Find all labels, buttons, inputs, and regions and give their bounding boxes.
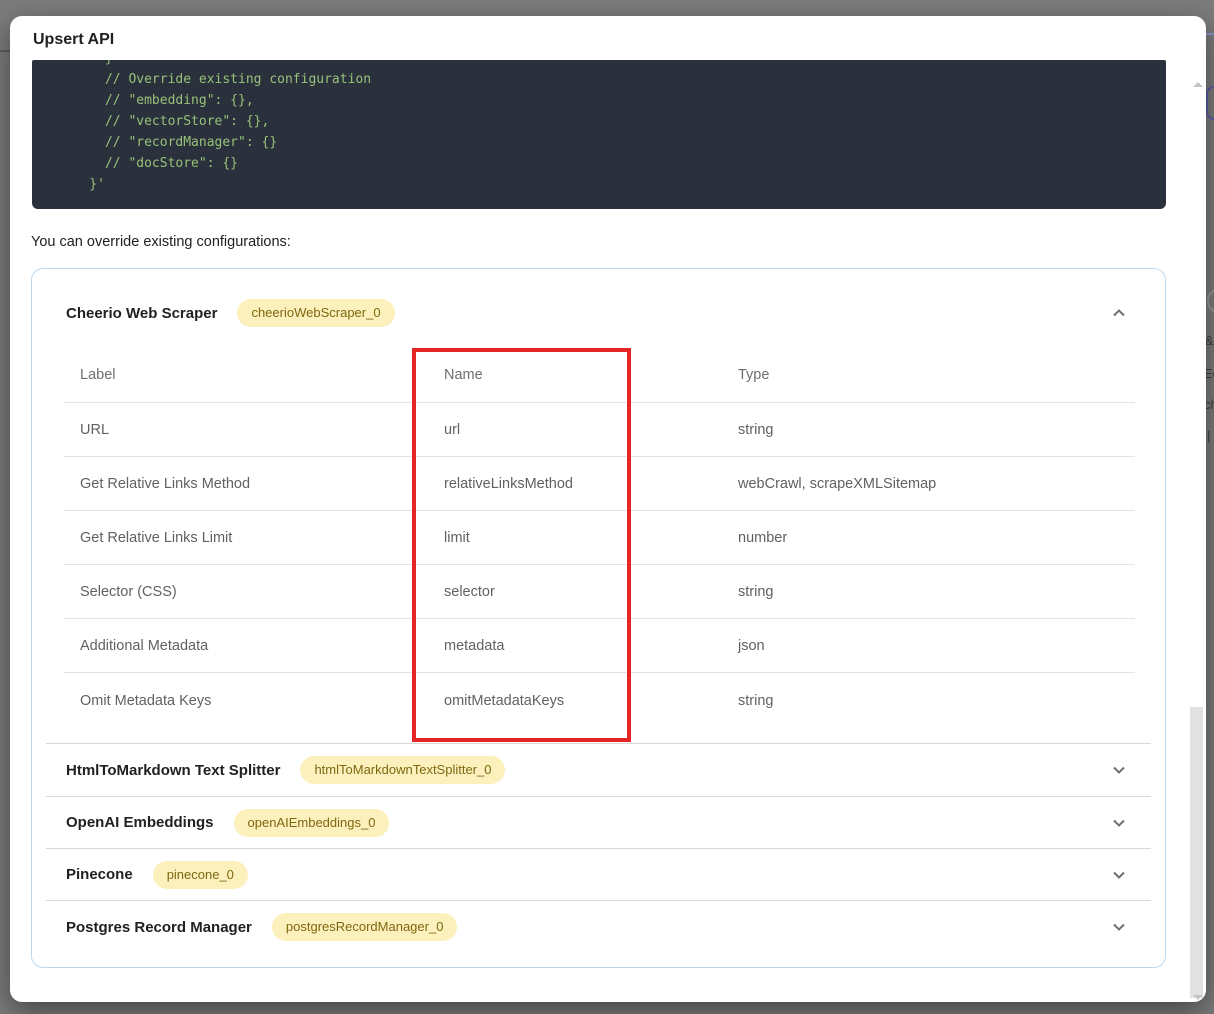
table-cell: Additional Metadata xyxy=(80,637,209,654)
section-label: Cheerio Web Scraper xyxy=(66,304,218,322)
code-line: // "recordManager": {} xyxy=(58,135,278,150)
chevron-down-icon[interactable] xyxy=(1109,917,1129,937)
table-cell: metadata xyxy=(444,637,505,654)
chevron-down-icon[interactable] xyxy=(1109,813,1129,833)
table-cell: relativeLinksMethod xyxy=(444,475,573,492)
node-id-badge: cheerioWebScraper_0 xyxy=(237,299,395,327)
section-label: HtmlToMarkdown Text Splitter xyxy=(66,761,281,779)
table-cell: limit xyxy=(444,529,470,546)
table-row: Omit Metadata Keys omitMetadataKeys stri… xyxy=(64,673,1135,728)
api-code-block: } // Override existing configuration // … xyxy=(32,60,1166,209)
parameters-table: Label Name Type URL url string Get Relat… xyxy=(64,348,1135,728)
dialog-scrollbar[interactable] xyxy=(1190,58,1204,1002)
accordion-header-htmltomarkdown-text-splitter[interactable]: HtmlToMarkdown Text Splitter htmlToMarkd… xyxy=(46,743,1151,796)
node-id-badge: postgresRecordManager_0 xyxy=(271,913,458,941)
table-cell: selector xyxy=(444,583,495,600)
scroll-down-arrow-icon[interactable] xyxy=(1193,995,1203,1000)
table-cell: Selector (CSS) xyxy=(80,583,177,600)
table-row: Additional Metadata metadata json xyxy=(64,619,1135,673)
code-lines: } // Override existing configuration // … xyxy=(58,60,1150,195)
config-accordion-card: Cheerio Web Scraper cheerioWebScraper_0 … xyxy=(31,268,1166,968)
table-cell: string xyxy=(738,692,774,709)
code-line: }' xyxy=(58,177,105,192)
table-header-row: Label Name Type xyxy=(64,348,1135,403)
upsert-api-dialog: Upsert API } // Override existing config… xyxy=(10,16,1206,1002)
background-fragment-circle xyxy=(1207,288,1214,314)
scrollbar-thumb[interactable] xyxy=(1190,707,1203,998)
dialog-title: Upsert API xyxy=(33,31,115,48)
code-line: // "docStore": {} xyxy=(58,156,239,171)
node-id-badge: htmlToMarkdownTextSplitter_0 xyxy=(300,756,506,784)
table-header-label: Label xyxy=(80,367,116,383)
table-row: URL url string xyxy=(64,403,1135,457)
chevron-up-icon[interactable] xyxy=(1109,303,1129,323)
accordion-header-openai-embeddings[interactable]: OpenAI Embeddings openAIEmbeddings_0 xyxy=(46,796,1151,848)
table-cell: URL xyxy=(80,421,110,438)
table-cell: omitMetadataKeys xyxy=(444,692,565,709)
accordion-header-cheerio-web-scraper[interactable]: Cheerio Web Scraper cheerioWebScraper_0 xyxy=(32,285,1165,341)
code-line: // "embedding": {}, xyxy=(58,93,254,108)
background-fragment-text: & xyxy=(1205,333,1214,348)
table-cell: string xyxy=(738,421,774,438)
background-fragment-line xyxy=(1206,33,1214,35)
table-cell: Get Relative Links Limit xyxy=(80,529,233,546)
background-fragment-line xyxy=(0,50,10,52)
code-line: // Override existing configuration xyxy=(58,72,372,87)
chevron-down-icon[interactable] xyxy=(1109,760,1129,780)
node-id-badge: pinecone_0 xyxy=(152,860,248,889)
background-fragment-text: | xyxy=(1207,428,1211,443)
accordion-header-postgres-record-manager[interactable]: Postgres Record Manager postgresRecordMa… xyxy=(46,900,1151,953)
code-line: // "vectorStore": {}, xyxy=(58,114,270,129)
table-row: Get Relative Links Limit limit number xyxy=(64,511,1135,565)
override-config-intro: You can override existing configurations… xyxy=(31,234,291,250)
section-label: OpenAI Embeddings xyxy=(66,814,214,831)
chevron-down-icon[interactable] xyxy=(1109,865,1129,885)
table-cell: string xyxy=(738,583,774,600)
table-cell: number xyxy=(738,529,788,546)
scroll-up-arrow-icon[interactable] xyxy=(1193,82,1203,87)
section-label: Postgres Record Manager xyxy=(66,918,252,936)
table-cell: url xyxy=(444,421,461,438)
table-cell: json xyxy=(738,637,765,654)
table-row: Get Relative Links Method relativeLinksM… xyxy=(64,457,1135,511)
table-cell: webCrawl, scrapeXMLSitemap xyxy=(738,475,937,492)
table-header-name: Name xyxy=(444,367,483,383)
section-label: Pinecone xyxy=(66,866,133,883)
node-id-badge: openAIEmbeddings_0 xyxy=(233,808,390,837)
table-header-type: Type xyxy=(738,367,770,383)
code-line: } xyxy=(58,60,1150,69)
table-cell: Get Relative Links Method xyxy=(80,475,251,492)
table-cell: Omit Metadata Keys xyxy=(80,692,212,709)
background-fragment-button-edge xyxy=(1206,86,1214,120)
accordion-header-pinecone[interactable]: Pinecone pinecone_0 xyxy=(46,848,1151,900)
table-row: Selector (CSS) selector string xyxy=(64,565,1135,619)
